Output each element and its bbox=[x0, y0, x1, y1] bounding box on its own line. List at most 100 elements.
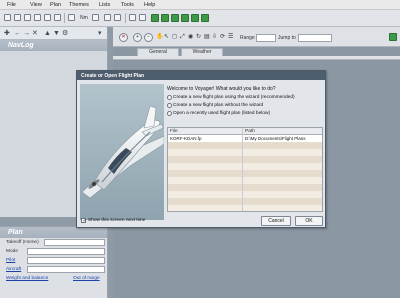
plan-row-aircraft: Aircraft bbox=[0, 265, 107, 274]
arrow-right-icon[interactable]: → bbox=[23, 30, 30, 37]
navlog-title: NavLog bbox=[0, 40, 107, 51]
dropdown-arrow-icon[interactable]: ▾ bbox=[98, 30, 102, 37]
move-down-icon[interactable]: ▼ bbox=[53, 30, 60, 37]
range-label: Range bbox=[240, 35, 255, 41]
split-view-icon[interactable] bbox=[201, 14, 209, 22]
checkbox-label: Show this screen next time bbox=[88, 218, 146, 223]
check-icon: ✓ bbox=[82, 217, 87, 224]
plan-links: Weight and balance Out of range bbox=[0, 274, 107, 283]
aircraft-link[interactable]: Aircraft bbox=[6, 267, 21, 272]
new-file-icon[interactable] bbox=[4, 14, 11, 21]
units-label: Nm bbox=[80, 15, 88, 21]
map-green-icon[interactable] bbox=[389, 33, 397, 41]
map-view-icon[interactable] bbox=[151, 14, 159, 22]
plan-title: Plan bbox=[0, 227, 107, 238]
empty-rows bbox=[168, 142, 322, 211]
radio-button[interactable] bbox=[167, 103, 172, 108]
delete-waypoint-icon[interactable] bbox=[139, 14, 146, 21]
airplane-illustration bbox=[81, 105, 164, 199]
menu-file[interactable]: File bbox=[7, 2, 16, 8]
checkbox[interactable]: ✓ bbox=[81, 217, 87, 224]
print-icon[interactable] bbox=[34, 14, 41, 21]
navlog-toolbar: ✚ ← → ✕ ▲ ▼ ⚙ ▾ bbox=[0, 27, 107, 40]
create-open-dialog: Create or Open Flight Plan Welcome to Vo… bbox=[76, 70, 326, 228]
column-header-file[interactable]: File bbox=[170, 129, 178, 134]
column-divider bbox=[242, 128, 243, 211]
option-label: Create a new flight plan without the wiz… bbox=[173, 103, 264, 108]
chart-view-icon[interactable] bbox=[171, 14, 179, 22]
zoom-in-icon[interactable]: + bbox=[133, 33, 142, 42]
takeoff-field[interactable] bbox=[44, 239, 105, 246]
layers-map-icon[interactable]: ☰ bbox=[228, 34, 233, 40]
dialog-title: Create or Open Flight Plan bbox=[77, 71, 325, 80]
toolbar-divider bbox=[125, 13, 126, 23]
jump-to-field[interactable] bbox=[298, 34, 332, 42]
save-icon[interactable] bbox=[24, 14, 31, 21]
menu-bar: File View Plan Themes Lists Tools Help bbox=[0, 0, 400, 10]
table-header: File Path bbox=[168, 128, 322, 135]
panel-view-icon[interactable] bbox=[181, 14, 189, 22]
open-file-icon[interactable] bbox=[14, 14, 21, 21]
copy-icon[interactable] bbox=[54, 14, 61, 21]
add-icon[interactable]: ✚ bbox=[4, 30, 10, 37]
sort-icon[interactable] bbox=[104, 14, 111, 21]
menu-plan[interactable]: Plan bbox=[50, 2, 61, 8]
list-view-icon[interactable] bbox=[191, 14, 199, 22]
move-up-icon[interactable]: ▲ bbox=[44, 30, 51, 37]
grid-view-icon[interactable] bbox=[161, 14, 169, 22]
recent-files-table: File Path KORF-KDAN.fp D:\My Documents\F… bbox=[167, 127, 323, 212]
table-row[interactable]: KORF-KDAN.fp D:\My Documents\Flight Plan… bbox=[168, 135, 322, 142]
option-label: Create a new flight plan using the wizar… bbox=[173, 95, 295, 100]
radio-button[interactable] bbox=[167, 95, 172, 100]
map-close-icon[interactable]: ✕ bbox=[119, 33, 128, 42]
zoom-rect-icon[interactable]: ◻ bbox=[172, 34, 177, 40]
menu-lists[interactable]: Lists bbox=[99, 2, 110, 8]
takeoff-label: Takeoff (Home) bbox=[6, 240, 39, 245]
toolbar-divider bbox=[64, 13, 65, 23]
plan-row-pilot: Pilot bbox=[0, 256, 107, 265]
weight-balance-link[interactable]: Weight and balance bbox=[6, 276, 48, 281]
plan-row-takeoff: Takeoff (Home) bbox=[0, 238, 107, 247]
units-dropdown-icon[interactable] bbox=[92, 14, 99, 21]
hand-icon[interactable]: ✋ bbox=[156, 34, 163, 40]
close-icon[interactable]: ✕ bbox=[32, 30, 38, 37]
menu-help[interactable]: Help bbox=[144, 2, 155, 8]
print-map-icon[interactable]: ▤ bbox=[204, 34, 210, 40]
dialog-question: Welcome to Voyager! What would you like … bbox=[167, 86, 276, 92]
refresh-icon[interactable]: ⟳ bbox=[220, 34, 225, 40]
tab-strip bbox=[113, 56, 400, 60]
plan-panel: Plan Takeoff (Home) Mode Pilot Aircraft … bbox=[0, 226, 108, 298]
settings-icon[interactable]: ⚙ bbox=[62, 30, 68, 37]
waypoint-icon[interactable]: ◉ bbox=[188, 34, 193, 40]
arrow-left-icon[interactable]: ← bbox=[14, 30, 21, 37]
rotate-icon[interactable]: ↻ bbox=[196, 34, 201, 40]
mode-field[interactable] bbox=[27, 248, 105, 255]
option-label: Open a recently used flight plan (listed… bbox=[173, 111, 271, 116]
cancel-button[interactable]: Cancel bbox=[261, 216, 291, 226]
print-preview-icon[interactable] bbox=[44, 14, 51, 21]
tab-weather[interactable]: Weather bbox=[181, 48, 223, 56]
measure-icon[interactable]: ⤢ bbox=[180, 34, 185, 40]
zoom-out-icon[interactable]: − bbox=[144, 33, 153, 42]
ok-button[interactable]: OK bbox=[295, 216, 323, 226]
menu-tools[interactable]: Tools bbox=[121, 2, 134, 8]
pointer-icon[interactable]: ↖ bbox=[164, 34, 169, 40]
aircraft-field[interactable] bbox=[27, 266, 105, 273]
path-cell: D:\My Documents\Flight Plans bbox=[245, 136, 306, 141]
layers-icon[interactable] bbox=[114, 14, 121, 21]
out-of-range-link[interactable]: Out of range bbox=[73, 276, 100, 281]
map-toolbar: ✕ + − ✋ ↖ ◻ ⤢ ◉ ↻ ▤ ⇩ ⟳ ☰ Range Jump to bbox=[113, 27, 400, 47]
mode-label: Mode bbox=[6, 249, 18, 254]
pilot-link[interactable]: Pilot bbox=[6, 258, 15, 263]
column-header-path[interactable]: Path bbox=[245, 129, 255, 134]
range-field[interactable] bbox=[256, 34, 276, 42]
insert-waypoint-icon[interactable] bbox=[129, 14, 136, 21]
plan-row-mode: Mode bbox=[0, 247, 107, 256]
menu-view[interactable]: View bbox=[30, 2, 42, 8]
pilot-field[interactable] bbox=[27, 257, 105, 264]
export-icon[interactable]: ⇩ bbox=[212, 34, 217, 40]
tab-general[interactable]: General bbox=[137, 48, 179, 56]
radio-button[interactable] bbox=[167, 111, 172, 116]
menu-themes[interactable]: Themes bbox=[69, 2, 89, 8]
checkmark-icon[interactable] bbox=[68, 14, 75, 21]
